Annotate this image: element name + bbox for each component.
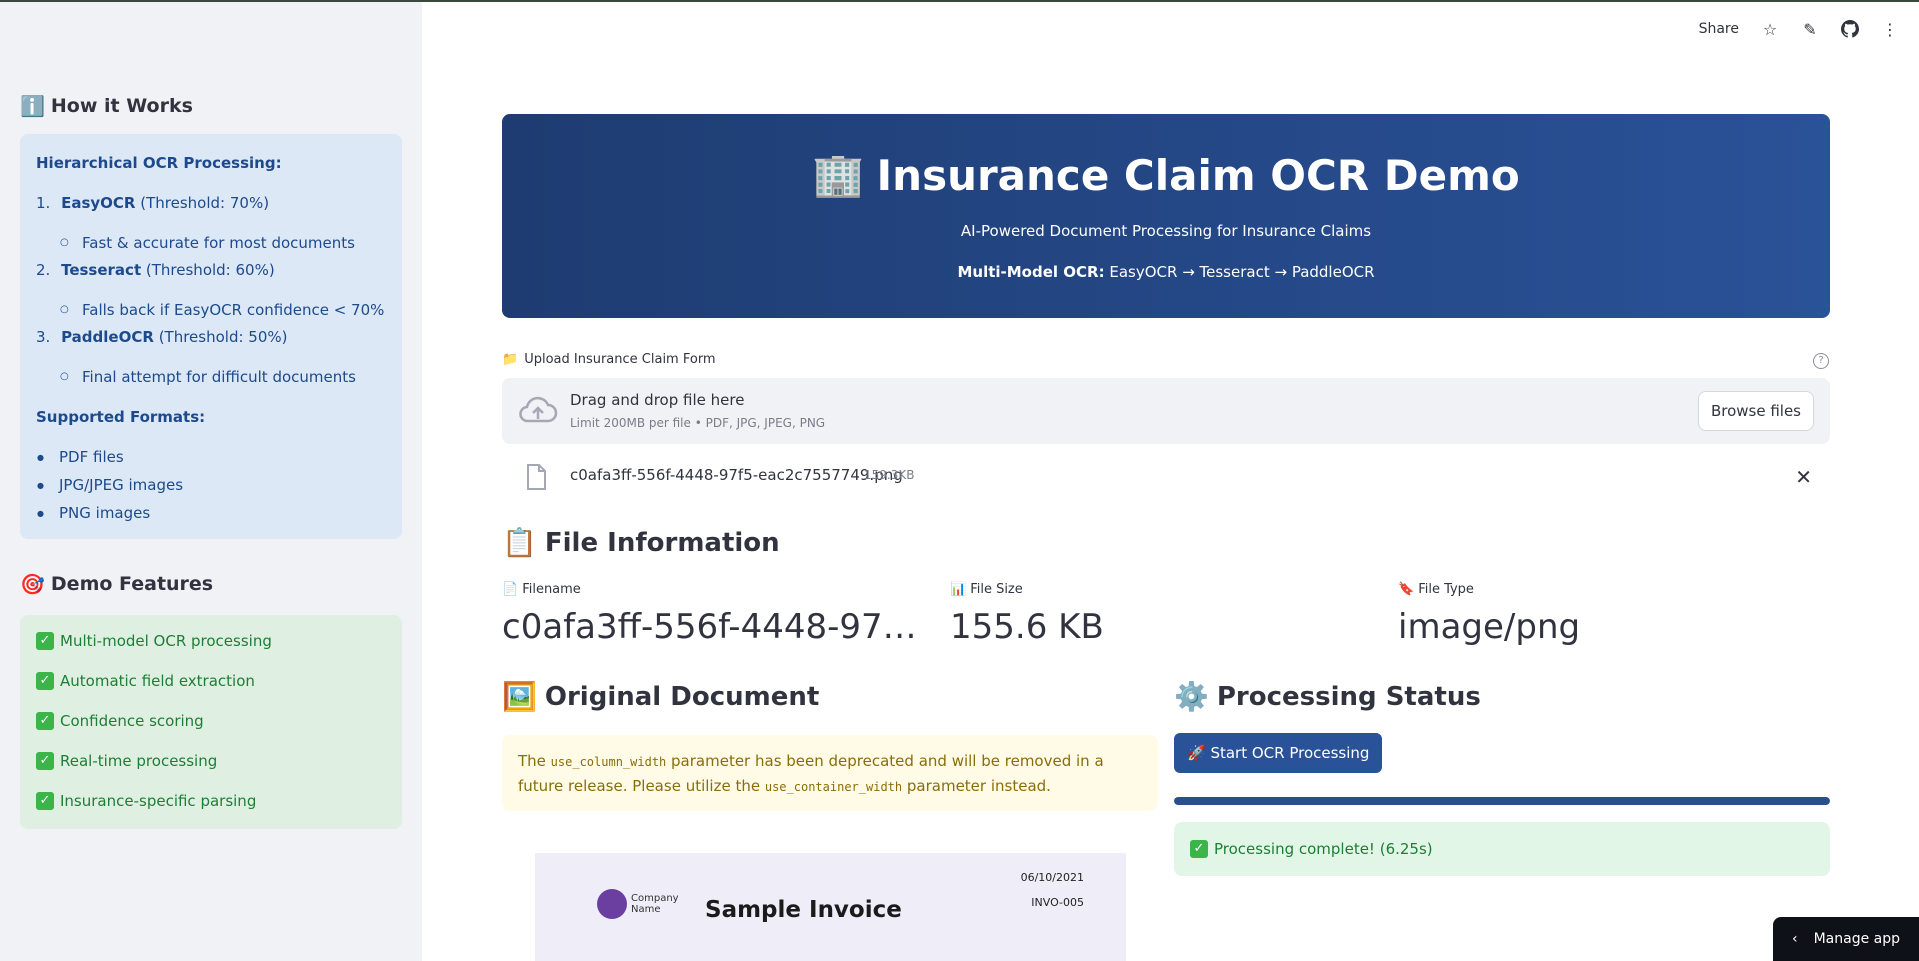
filename-value: c0afa3ff-556f-4448-97f5-eac2c7557749.png xyxy=(502,607,922,647)
file-icon xyxy=(527,464,546,490)
deprecation-warning: The use_column_width parameter has been … xyxy=(502,735,1158,811)
info-box: Hierarchical OCR Processing: 1. EasyOCR … xyxy=(20,134,402,539)
github-icon[interactable] xyxy=(1841,20,1859,38)
invoice-title: Sample Invoice xyxy=(705,897,902,923)
banner-subtitle: AI-Powered Document Processing for Insur… xyxy=(960,222,1372,240)
share-button[interactable]: Share xyxy=(1699,21,1739,37)
check-icon: ✓ xyxy=(36,752,54,770)
folder-icon: 📁 xyxy=(502,352,519,367)
info-icon: ℹ️ xyxy=(20,94,45,118)
file-info-heading: 📋 File Information xyxy=(502,526,780,559)
help-icon[interactable]: ? xyxy=(1813,353,1829,369)
file-dropzone[interactable]: Drag and drop file here Limit 200MB per … xyxy=(502,378,1830,444)
step-3-note: Final attempt for difficult documents xyxy=(82,368,356,386)
format-item: PNG images xyxy=(59,504,150,522)
format-item: PDF files xyxy=(59,448,124,466)
filesize-metric: 📊 File Size 155.6 KB xyxy=(950,582,1370,647)
filetype-value: image/png xyxy=(1398,607,1581,647)
check-icon: ✓ xyxy=(36,672,54,690)
feature-item: ✓ Real-time processing xyxy=(36,752,217,770)
step-2-note: Falls back if EasyOCR confidence < 70% xyxy=(82,301,384,319)
demo-features-heading: 🎯 Demo Features xyxy=(20,572,214,596)
progress-bar xyxy=(1174,797,1830,805)
company-logo: Company Name xyxy=(597,889,679,919)
invoice-date: 06/10/2021 xyxy=(1020,871,1084,884)
feature-item: ✓ Confidence scoring xyxy=(36,712,204,730)
info-title: Hierarchical OCR Processing: xyxy=(36,154,282,172)
manage-app-button[interactable]: ‹ Manage app xyxy=(1773,917,1919,961)
step-3: 3. PaddleOCR (Threshold: 50%) xyxy=(36,328,288,346)
more-menu-icon[interactable]: ⋮ xyxy=(1881,20,1899,39)
check-icon: ✓ xyxy=(36,792,54,810)
uploaded-file-name: c0afa3ff-556f-4448-97f5-eac2c7557749.png xyxy=(570,466,903,484)
features-box: ✓ Multi-model OCR processing ✓ Automatic f… xyxy=(20,615,402,829)
logo-icon xyxy=(597,889,627,919)
bar-chart-icon: 📊 xyxy=(950,582,967,597)
picture-icon: 🖼️ xyxy=(502,680,537,713)
step-2: 2. Tesseract (Threshold: 60%) xyxy=(36,261,275,279)
target-icon: 🎯 xyxy=(20,572,45,596)
document-preview: Company Name Sample Invoice 06/10/2021 I… xyxy=(535,853,1126,961)
success-message: ✓ Processing complete! (6.25s) xyxy=(1174,822,1830,876)
invoice-number: INVO-005 xyxy=(1031,896,1084,909)
filesize-value: 155.6 KB xyxy=(950,607,1104,647)
check-icon: ✓ xyxy=(36,712,54,730)
bookmark-icon: 🔖 xyxy=(1398,582,1415,597)
gear-icon: ⚙️ xyxy=(1174,680,1209,713)
page-title: 🏢 Insurance Claim OCR Demo xyxy=(812,150,1520,200)
processing-status-heading: ⚙️ Processing Status xyxy=(1174,680,1481,713)
step-1: 1. EasyOCR (Threshold: 70%) xyxy=(36,194,270,212)
feature-item: ✓ Insurance-specific parsing xyxy=(36,792,256,810)
start-ocr-button[interactable]: 🚀 Start OCR Processing xyxy=(1174,733,1383,773)
drop-text: Drag and drop file here xyxy=(570,391,745,409)
progress-fill xyxy=(1174,797,1830,805)
how-it-works-heading: ℹ️ How it Works xyxy=(20,94,193,118)
feature-item: ✓ Multi-model OCR processing xyxy=(36,632,272,650)
chevron-left-icon: ‹ xyxy=(1791,931,1798,947)
star-icon[interactable]: ☆ xyxy=(1761,20,1779,39)
clipboard-icon: 📋 xyxy=(502,526,537,559)
filename-metric: 📄Filename c0afa3ff-556f-4448-97f5-eac2c7… xyxy=(502,582,922,647)
building-icon: 🏢 xyxy=(812,150,865,199)
upload-label: 📁 Upload Insurance Claim Form xyxy=(502,352,716,367)
edit-icon[interactable]: ✎ xyxy=(1801,20,1819,39)
format-item: JPG/JPEG images xyxy=(59,476,183,494)
header-toolbar: Share ☆ ✎ ⋮ xyxy=(1699,20,1899,39)
uploaded-file-size: 159.3KB xyxy=(864,468,915,482)
feature-item: ✓ Automatic field extraction xyxy=(36,672,255,690)
hero-banner: 🏢 Insurance Claim OCR Demo AI-Powered Do… xyxy=(502,114,1830,318)
document-icon: 📄 xyxy=(502,582,519,597)
filetype-metric: 🔖 File Type image/png xyxy=(1398,582,1818,647)
formats-title: Supported Formats: xyxy=(36,408,206,426)
uploaded-file-row: c0afa3ff-556f-4448-97f5-eac2c7557749.png… xyxy=(502,460,1830,494)
close-icon[interactable]: ✕ xyxy=(1795,465,1812,489)
drop-limit: Limit 200MB per file • PDF, JPG, JPEG, P… xyxy=(570,416,826,430)
cloud-upload-icon xyxy=(519,396,558,423)
step-1-note: Fast & accurate for most documents xyxy=(82,234,355,252)
check-icon: ✓ xyxy=(36,632,54,650)
sidebar: ℹ️ How it Works Hierarchical OCR Process… xyxy=(0,2,422,961)
original-document-heading: 🖼️ Original Document xyxy=(502,680,820,713)
banner-models: Multi-Model OCR: EasyOCR → Tesseract → P… xyxy=(957,263,1375,281)
check-icon: ✓ xyxy=(1190,840,1208,858)
browse-files-button[interactable]: Browse files xyxy=(1697,391,1814,431)
